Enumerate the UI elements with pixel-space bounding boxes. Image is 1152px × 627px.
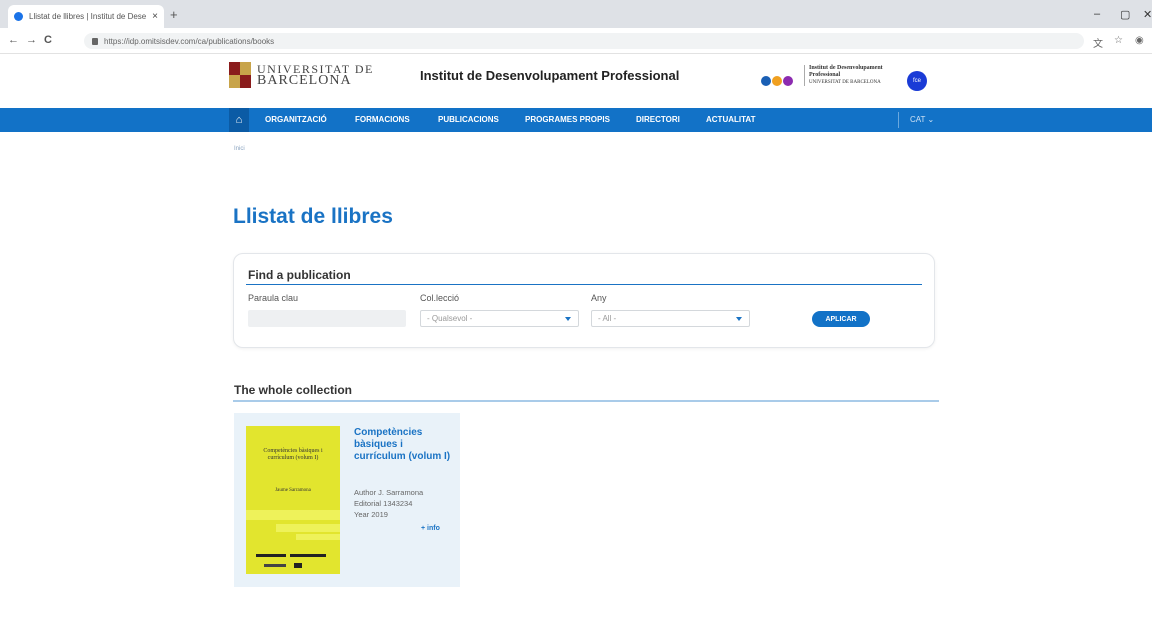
year-label: Any [591,293,607,303]
site-favicon-icon [14,12,23,21]
new-tab-button[interactable]: + [170,7,178,22]
nav-item-actualitat[interactable]: ACTUALITAT [706,115,755,124]
ub-logo-line2: BARCELONA [257,73,352,88]
collection-label: Col.lecció [420,293,460,303]
publisher-logo [294,563,302,568]
publisher-logo [290,554,326,557]
idp-logo-line3: UNIVERSITAT DE BARCELONA [809,80,881,85]
book-card[interactable]: Competències bàsiques i currículum (volu… [234,413,460,587]
tab-close-icon[interactable]: × [152,11,158,22]
home-icon[interactable]: ⌂ [229,108,249,132]
collection-divider [233,400,939,402]
keyword-input[interactable] [248,310,406,327]
breadcrumb[interactable]: Inici [234,146,245,152]
collection-select[interactable]: - Qualsevol - [420,310,579,327]
cover-title: Competències bàsiques i currículum (volu… [263,448,323,461]
chevron-down-icon [736,317,742,321]
publisher-logo [264,564,286,567]
browser-tabstrip: Llistat de llibres | Institut de Dese × … [0,0,1152,28]
nav-divider [898,112,899,128]
idp-badge-icon [783,76,793,86]
year-select[interactable]: - All - [591,310,750,327]
filter-panel: Find a publication Paraula clau Col.lecc… [233,253,935,348]
nav-item-directori[interactable]: DIRECTORI [636,115,680,124]
filter-title: Find a publication [248,268,351,282]
fce-logo[interactable]: fce [907,71,927,91]
book-title[interactable]: Competències bàsiques i currículum (volu… [354,427,454,463]
idp-badge-icon [761,76,771,86]
ub-logo[interactable]: UNIVERSITAT DE BARCELONA [229,62,374,88]
profile-icon[interactable]: ◉ [1135,35,1144,46]
translate-icon[interactable]: 文 [1093,35,1103,50]
site-title: Institut de Desenvolupament Professional [420,68,680,83]
page-title: Llistat de llibres [233,205,393,228]
minimize-icon[interactable]: – [1094,8,1100,20]
url-field[interactable]: https://idp.omitsisdev.com/ca/publicatio… [84,33,1084,49]
cover-author: Jaume Sarramona [275,488,311,493]
keyword-label: Paraula clau [248,293,299,303]
language-selector[interactable]: CAT ⌄ [910,115,934,124]
browser-tab[interactable]: Llistat de llibres | Institut de Dese × [8,5,164,28]
idp-badge-icon [772,76,782,86]
idp-logo[interactable]: Institut de Desenvolupament Professional… [804,65,900,86]
book-cover[interactable]: Competències bàsiques i currículum (volu… [246,426,340,574]
url-text: https://idp.omitsisdev.com/ca/publicatio… [104,36,275,46]
nav-item-programes-propis[interactable]: PROGRAMES PROPIS [525,115,610,124]
site-header: UNIVERSITAT DE BARCELONA Institut de Des… [0,54,1152,108]
nav-item-organitzacio[interactable]: ORGANITZACIÓ [265,115,327,124]
book-year: Year 2019 [354,510,388,519]
back-icon[interactable]: ← [8,34,19,46]
maximize-icon[interactable]: ▢ [1120,8,1130,21]
idp-badges [761,76,793,86]
reload-icon[interactable]: C [44,34,52,46]
apply-button[interactable]: APLICAR [812,311,870,327]
lock-icon [92,37,98,45]
book-author: Author J. Sarramona [354,488,424,497]
idp-logo-line2: Professional [809,72,841,78]
chevron-down-icon [565,317,571,321]
collection-title: The whole collection [234,383,353,397]
publisher-logo [256,554,286,557]
year-select-value: - All - [598,314,617,323]
close-window-icon[interactable]: ✕ [1143,8,1152,21]
address-bar: ← → C https://idp.omitsisdev.com/ca/publ… [0,28,1152,54]
forward-icon[interactable]: → [26,34,37,46]
tab-title: Llistat de llibres | Institut de Dese [29,12,147,21]
collection-select-value: - Qualsevol - [427,314,473,323]
star-icon[interactable]: ☆ [1114,35,1123,46]
nav-item-publicacions[interactable]: PUBLICACIONS [438,115,499,124]
nav-item-formacions[interactable]: FORMACIONS [355,115,410,124]
filter-divider [246,284,922,285]
main-nav: ⌂ ORGANITZACIÓ FORMACIONS PUBLICACIONS P… [0,108,1152,132]
more-info-link[interactable]: + info [421,525,440,532]
book-editorial: Editorial 1343234 [354,499,413,508]
ub-shield-icon [229,62,251,88]
idp-logo-line1: Institut de Desenvolupament [809,65,883,71]
